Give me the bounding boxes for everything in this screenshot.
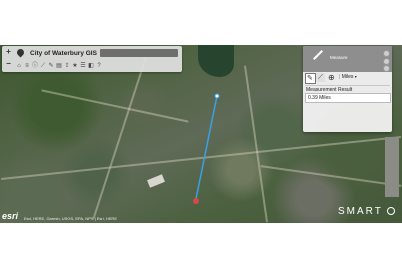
identify-icon[interactable]: ⓘ	[32, 63, 38, 69]
measure-panel-header: Measure	[303, 46, 392, 72]
location-pin-icon	[15, 47, 26, 58]
home-icon[interactable]: ⌂	[16, 63, 22, 69]
measurement-start-point	[214, 93, 220, 99]
distance-tool-icon: ⟋	[318, 74, 323, 81]
app-toolbar: + − City of Waterbury GIS ⌂ ≡ ⓘ ⟋ ✎ ▤ ⇪ …	[2, 46, 182, 72]
help-icon[interactable]: ?	[96, 63, 102, 69]
location-tool-icon: ⊕	[328, 73, 335, 82]
unit-separator: |	[339, 74, 341, 80]
distance-tool-button[interactable]: ⟋	[316, 73, 325, 82]
search-input[interactable]	[100, 49, 178, 57]
area-tool-icon: ✎	[307, 75, 313, 82]
measurement-result-value: 0.39 Miles	[305, 93, 391, 103]
minimize-icon[interactable]	[383, 58, 390, 65]
bookmark-icon[interactable]: ★	[72, 63, 78, 69]
measurement-path	[195, 95, 218, 200]
smart-brand-logo: SMART	[338, 206, 396, 217]
print-icon[interactable]: ▤	[56, 63, 62, 69]
unit-value: Miles	[341, 74, 354, 80]
close-icon[interactable]	[383, 50, 390, 57]
measure-icon[interactable]: ⟋	[40, 63, 46, 69]
attribution-text: Esri, HERE, Garmin, USGS, EPA, NPS | Esr…	[24, 216, 117, 221]
layers-icon[interactable]: ≡	[24, 63, 30, 69]
zoom-in-button[interactable]: +	[5, 48, 12, 56]
divider	[305, 85, 390, 86]
draw-icon[interactable]: ✎	[48, 63, 54, 69]
app-title: City of Waterbury GIS	[30, 50, 97, 57]
chevron-down-icon: ▾	[354, 74, 357, 79]
ruler-icon	[313, 50, 323, 60]
brand-text: SMART	[338, 206, 383, 217]
esri-logo: esri	[2, 211, 19, 221]
settings-icon[interactable]	[383, 65, 390, 72]
measure-title: Measure	[330, 55, 348, 60]
location-tool-button[interactable]: ⊕	[327, 73, 336, 82]
unit-select[interactable]: | Miles ▾	[339, 74, 357, 80]
basemap-icon[interactable]: ◧	[88, 63, 94, 69]
area-tool-button[interactable]: ✎	[305, 73, 316, 84]
measurement-end-point	[193, 198, 199, 204]
zoom-out-button[interactable]: −	[5, 60, 12, 68]
share-icon[interactable]: ⇪	[64, 63, 70, 69]
measure-panel: Measure ✎ ⟋ ⊕ | Miles ▾ Measurement Resu…	[303, 46, 392, 132]
brand-mark-icon	[387, 207, 396, 216]
legend-icon[interactable]: ☰	[80, 63, 86, 69]
